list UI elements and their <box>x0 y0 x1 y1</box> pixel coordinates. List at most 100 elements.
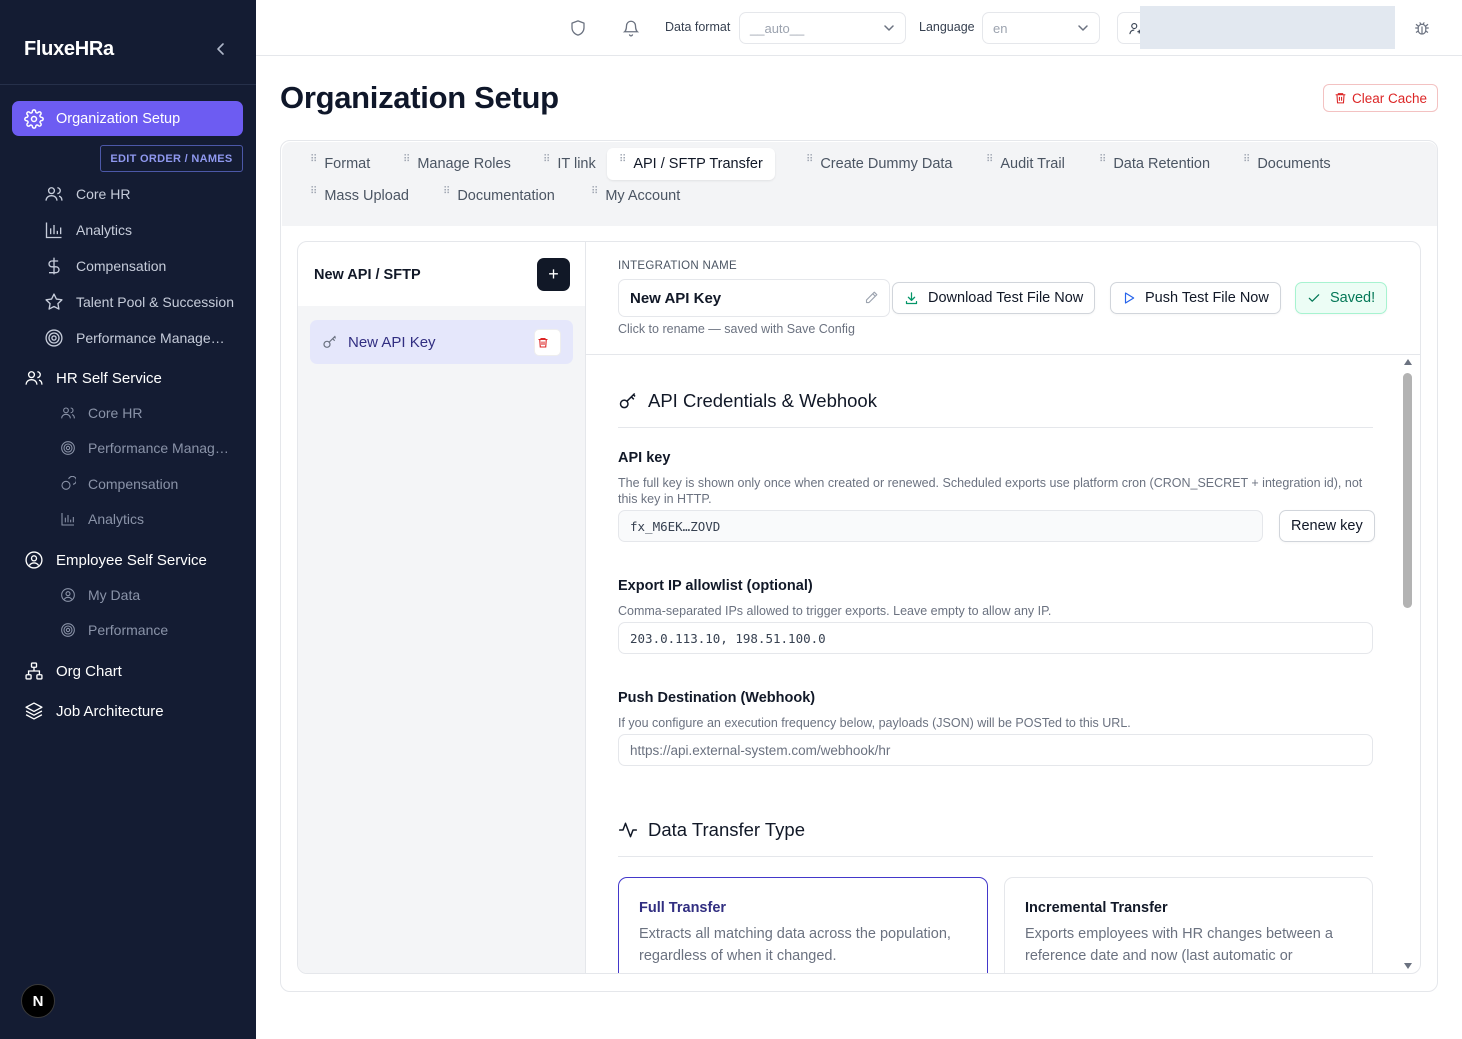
tab-label: Create Dummy Data <box>820 156 953 172</box>
sidebar-item-hr-core-hr[interactable]: Core HR <box>60 405 142 421</box>
ip-allowlist-input[interactable]: 203.0.113.10, 198.51.100.0 <box>618 622 1373 654</box>
sidebar-item-job-architecture[interactable]: Job Architecture <box>24 701 164 721</box>
button-label: Download Test File Now <box>928 290 1084 306</box>
tab-label: Manage Roles <box>417 156 511 172</box>
sidebar-item-label: Performance <box>88 622 169 638</box>
tab-label: Format <box>324 156 371 172</box>
clear-cache-label: Clear Cache <box>1351 90 1428 106</box>
sidebar-item-talent-pool[interactable]: Talent Pool & Succession <box>44 292 234 312</box>
sidebar-item-hr-performance[interactable]: Performance Manag… <box>60 440 229 456</box>
tab-label: Documents <box>1257 156 1331 172</box>
drag-handle-icon[interactable]: ⠿ <box>443 187 450 197</box>
scrollbar[interactable] <box>1401 359 1415 973</box>
users-icon <box>61 407 75 419</box>
page-title: Organization Setup <box>280 80 559 115</box>
pencil-icon <box>865 291 878 304</box>
sidebar: FluxeHRa Organization Setup EDIT ORDER /… <box>0 0 256 1039</box>
transfer-option-desc: Exports employees with HR changes betwee… <box>1025 926 1333 964</box>
sidebar-item-label: Analytics <box>76 222 133 238</box>
drag-handle-icon[interactable]: ⠿ <box>310 155 317 165</box>
data-format-select[interactable]: __auto__ <box>739 12 906 44</box>
sidebar-item-hr-compensation[interactable]: Compensation <box>60 476 178 492</box>
tab-it-link[interactable]: ⠿ IT link <box>531 148 596 180</box>
tab-documents[interactable]: ⠿ Documents <box>1231 148 1331 180</box>
drag-handle-icon[interactable]: ⠿ <box>543 155 550 165</box>
dev-tools-badge[interactable]: N <box>21 984 55 1018</box>
sidebar-item-hr-analytics[interactable]: Analytics <box>60 511 144 527</box>
chevron-left-icon <box>217 43 224 55</box>
sidebar-item-label: Organization Setup <box>56 110 181 127</box>
tab-documentation[interactable]: ⠿ Documentation <box>431 180 555 212</box>
integration-list: New API Key <box>298 306 585 973</box>
tab-manage-roles[interactable]: ⠿ Manage Roles <box>391 148 511 180</box>
tab-data-retention[interactable]: ⠿ Data Retention <box>1087 148 1210 180</box>
drag-handle-icon[interactable]: ⠿ <box>986 155 993 165</box>
scrollbar-thumb[interactable] <box>1403 373 1412 608</box>
sidebar-item-label: Performance Manage… <box>76 330 225 346</box>
sidebar-item-compensation[interactable]: Compensation <box>44 256 166 276</box>
tab-my-account[interactable]: ⠿ My Account <box>579 180 680 212</box>
language-label: Language <box>919 20 975 34</box>
sidebar-item-label: Compensation <box>76 258 167 274</box>
sidebar-item-organization-setup[interactable]: Organization Setup <box>12 101 243 136</box>
api-key-field[interactable]: fx_M6EK…ZOVD <box>618 510 1263 542</box>
drag-handle-icon[interactable]: ⠿ <box>403 155 410 165</box>
drag-handle-icon[interactable]: ⠿ <box>806 155 813 165</box>
sidebar-item-core-hr[interactable]: Core HR <box>44 184 130 204</box>
org-chart-icon <box>25 662 43 680</box>
language-select[interactable]: en <box>982 12 1100 44</box>
tab-create-dummy-data[interactable]: ⠿ Create Dummy Data <box>794 148 952 180</box>
tab-api-sftp-transfer[interactable]: ⠿ API / SFTP Transfer <box>607 148 775 180</box>
tab-audit-trail[interactable]: ⠿ Audit Trail <box>974 148 1065 180</box>
download-icon <box>905 291 918 304</box>
sidebar-divider <box>0 84 256 85</box>
sidebar-item-ess-performance[interactable]: Performance <box>60 622 168 638</box>
integration-panel: New API / SFTP + New API Key INTEGRATION… <box>297 241 1421 974</box>
drag-handle-icon[interactable]: ⠿ <box>591 187 598 197</box>
sidebar-item-org-chart[interactable]: Org Chart <box>24 661 122 681</box>
bar-chart-icon <box>61 513 74 526</box>
tab-mass-upload[interactable]: ⠿ Mass Upload <box>298 180 409 212</box>
edit-order-names-button[interactable]: EDIT ORDER / NAMES <box>100 145 243 172</box>
integration-detail-scroll[interactable]: API Credentials & Webhook API key The fu… <box>586 355 1420 973</box>
scroll-up-arrow-icon[interactable] <box>1404 359 1412 365</box>
ip-allowlist-help: Comma-separated IPs allowed to trigger e… <box>618 604 1052 618</box>
drag-handle-icon[interactable]: ⠿ <box>1099 155 1106 165</box>
integration-name-input[interactable]: New API Key <box>618 279 890 317</box>
renew-key-button[interactable]: Renew key <box>1279 510 1375 542</box>
drag-handle-icon[interactable]: ⠿ <box>310 187 317 197</box>
drag-handle-icon[interactable]: ⠿ <box>619 155 626 165</box>
transfer-option-full[interactable]: Full Transfer Extracts all matching data… <box>618 877 988 973</box>
sidebar-item-employee-self-service[interactable]: Employee Self Service <box>24 550 207 570</box>
collapse-sidebar-button[interactable] <box>212 40 230 58</box>
button-label: Saved! <box>1330 290 1376 306</box>
bug-icon[interactable] <box>1413 19 1431 42</box>
clear-cache-button[interactable]: Clear Cache <box>1323 84 1438 112</box>
play-icon <box>1124 292 1135 304</box>
download-test-file-button[interactable]: Download Test File Now <box>892 282 1096 314</box>
settings-card: ⠿ Format ⠿ Manage Roles ⠿ IT link ⠿ API / SF… <box>280 140 1438 992</box>
sidebar-item-performance-management[interactable]: Performance Manage… <box>44 328 225 348</box>
add-integration-button[interactable]: + <box>537 258 570 291</box>
section-heading-transfer-type: Data Transfer Type <box>618 819 805 841</box>
list-item[interactable]: New API Key <box>310 320 573 364</box>
push-test-file-button[interactable]: Push Test File Now <box>1110 282 1281 314</box>
drag-handle-icon[interactable]: ⠿ <box>1243 155 1250 165</box>
tab-format[interactable]: ⠿ Format <box>298 148 370 180</box>
transfer-option-title: Incremental Transfer <box>1025 900 1168 916</box>
sidebar-item-hr-self-service[interactable]: HR Self Service <box>24 368 162 388</box>
transfer-option-incremental[interactable]: Incremental Transfer Exports employees w… <box>1004 877 1373 973</box>
section-divider <box>618 427 1373 428</box>
webhook-url-input[interactable]: https://api.external-system.com/webhook/… <box>618 734 1373 766</box>
tab-bar: ⠿ Format ⠿ Manage Roles ⠿ IT link ⠿ API / SF… <box>282 142 1437 226</box>
sidebar-item-label: My Data <box>88 587 141 603</box>
tab-label: IT link <box>557 156 596 172</box>
sidebar-item-analytics[interactable]: Analytics <box>44 220 132 240</box>
bell-icon[interactable] <box>622 18 640 43</box>
shield-icon[interactable] <box>569 18 587 43</box>
scroll-down-arrow-icon[interactable] <box>1404 963 1412 969</box>
saved-button[interactable]: Saved! <box>1295 282 1388 314</box>
integration-list-header: New API / SFTP + <box>298 242 585 306</box>
delete-integration-button[interactable] <box>534 329 561 356</box>
sidebar-item-my-data[interactable]: My Data <box>60 587 140 603</box>
